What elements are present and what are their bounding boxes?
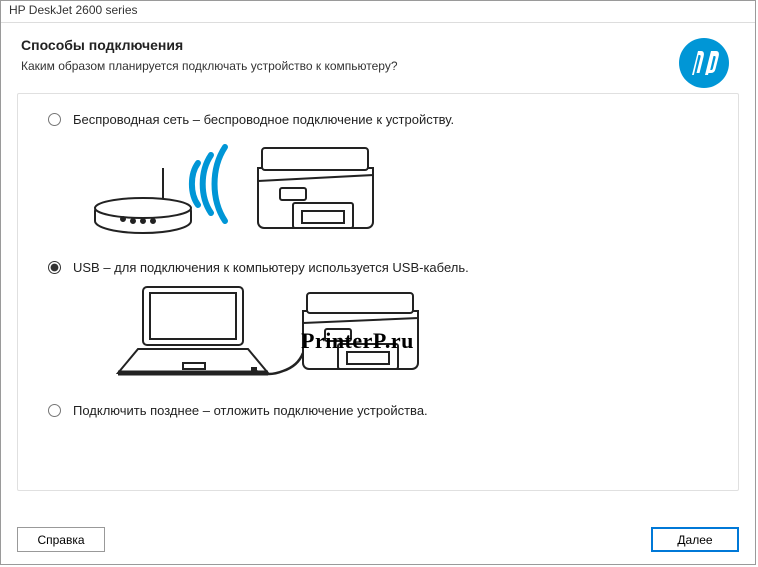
option-usb[interactable]: USB – для подключения к компьютеру испол… <box>48 260 708 275</box>
help-button[interactable]: Справка <box>17 527 105 552</box>
option-later[interactable]: Подключить позднее – отложить подключени… <box>48 403 708 418</box>
illustration-wireless <box>88 133 708 246</box>
radio-usb[interactable] <box>48 261 61 274</box>
option-usb-label: USB – для подключения к компьютеру испол… <box>73 260 469 275</box>
hp-logo-icon <box>678 37 730 89</box>
option-wireless[interactable]: Беспроводная сеть – беспроводное подключ… <box>48 112 708 127</box>
option-wireless-label: Беспроводная сеть – беспроводное подключ… <box>73 112 454 127</box>
option-later-label: Подключить позднее – отложить подключени… <box>73 403 428 418</box>
radio-wireless[interactable] <box>48 113 61 126</box>
content-card: Беспроводная сеть – беспроводное подключ… <box>17 93 739 491</box>
installer-window: HP DeskJet 2600 series Способы подключен… <box>0 0 756 565</box>
illustration-usb <box>88 281 708 389</box>
page-subtitle: Каким образом планируется подключать уст… <box>21 59 735 73</box>
window-title: HP DeskJet 2600 series <box>1 1 755 23</box>
page-title: Способы подключения <box>21 37 735 53</box>
header: Способы подключения Каким образом планир… <box>1 23 755 83</box>
footer: Справка Далее <box>17 527 739 552</box>
next-button[interactable]: Далее <box>651 527 739 552</box>
radio-later[interactable] <box>48 404 61 417</box>
